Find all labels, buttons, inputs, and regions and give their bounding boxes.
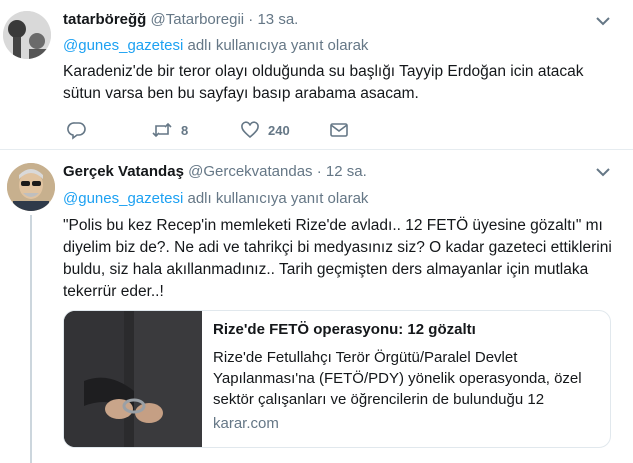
user-handle[interactable]: @Gercekvatandas [188, 163, 312, 180]
tweet-header: Gerçek Vatandaş @Gercekvatandas · 12 sa. [63, 163, 367, 180]
separator: · [248, 11, 254, 28]
tweet-text: Karadeniz'de bir teror olayı olduğunda s… [63, 63, 584, 102]
link-card[interactable]: Rize'de FETÖ operasyonu: 12 gözaltı Rize… [63, 310, 611, 448]
display-name[interactable]: Gerçek Vatandaş [63, 163, 184, 180]
envelope-icon [330, 123, 348, 137]
tweet-header: tatarböreğğ @Tatarboregii · 13 sa. [63, 11, 298, 28]
timestamp[interactable]: 13 sa. [257, 11, 298, 28]
retweet-button[interactable]: 8 [151, 120, 188, 140]
reply-button[interactable] [67, 120, 87, 140]
like-count: 240 [268, 122, 290, 138]
card-description: Rize'de Fetullahçı Terör Örgütü/Paralel … [213, 349, 582, 408]
reply-context: @gunes_gazetesi adlı kullanıcıya yanıt o… [63, 190, 368, 207]
card-body: Rize'de FETÖ operasyonu: 12 gözaltı Rize… [213, 319, 603, 432]
tweet-actions: 8 240 [63, 120, 363, 142]
heart-icon [241, 121, 259, 139]
reply-context-label: adlı kullanıcıya yanıt olarak [183, 190, 369, 207]
mention-link[interactable]: @gunes_gazetesi [63, 190, 183, 207]
tweet-text: "Polis bu kez Recep'in memleketi Rize'de… [63, 217, 612, 300]
separator: · [316, 163, 322, 180]
tweet[interactable]: Gerçek Vatandaş @Gercekvatandas · 12 sa.… [0, 150, 633, 463]
avatar[interactable] [3, 11, 51, 59]
mention-link[interactable]: @gunes_gazetesi [63, 37, 183, 54]
chevron-down-icon[interactable] [595, 166, 611, 178]
chevron-down-icon[interactable] [595, 15, 611, 27]
timestamp[interactable]: 12 sa. [326, 163, 367, 180]
tweet[interactable]: tatarböreğğ @Tatarboregii · 13 sa. @gune… [0, 0, 633, 150]
card-image [64, 311, 202, 447]
reply-context-label: adlı kullanıcıya yanıt olarak [183, 37, 369, 54]
retweet-icon [152, 122, 172, 138]
direct-message-button[interactable] [329, 120, 349, 140]
retweet-count: 8 [181, 122, 189, 138]
reply-context: @gunes_gazetesi adlı kullanıcıya yanıt o… [63, 37, 368, 54]
display-name[interactable]: tatarböreğğ [63, 11, 146, 28]
thread-line [30, 215, 32, 463]
reply-icon [67, 122, 86, 140]
user-handle[interactable]: @Tatarboregii [151, 11, 245, 28]
card-domain: karar.com [213, 415, 279, 432]
like-button[interactable]: 240 [240, 120, 290, 140]
card-title: Rize'de FETÖ operasyonu: 12 gözaltı [213, 321, 476, 338]
avatar[interactable] [7, 163, 55, 211]
